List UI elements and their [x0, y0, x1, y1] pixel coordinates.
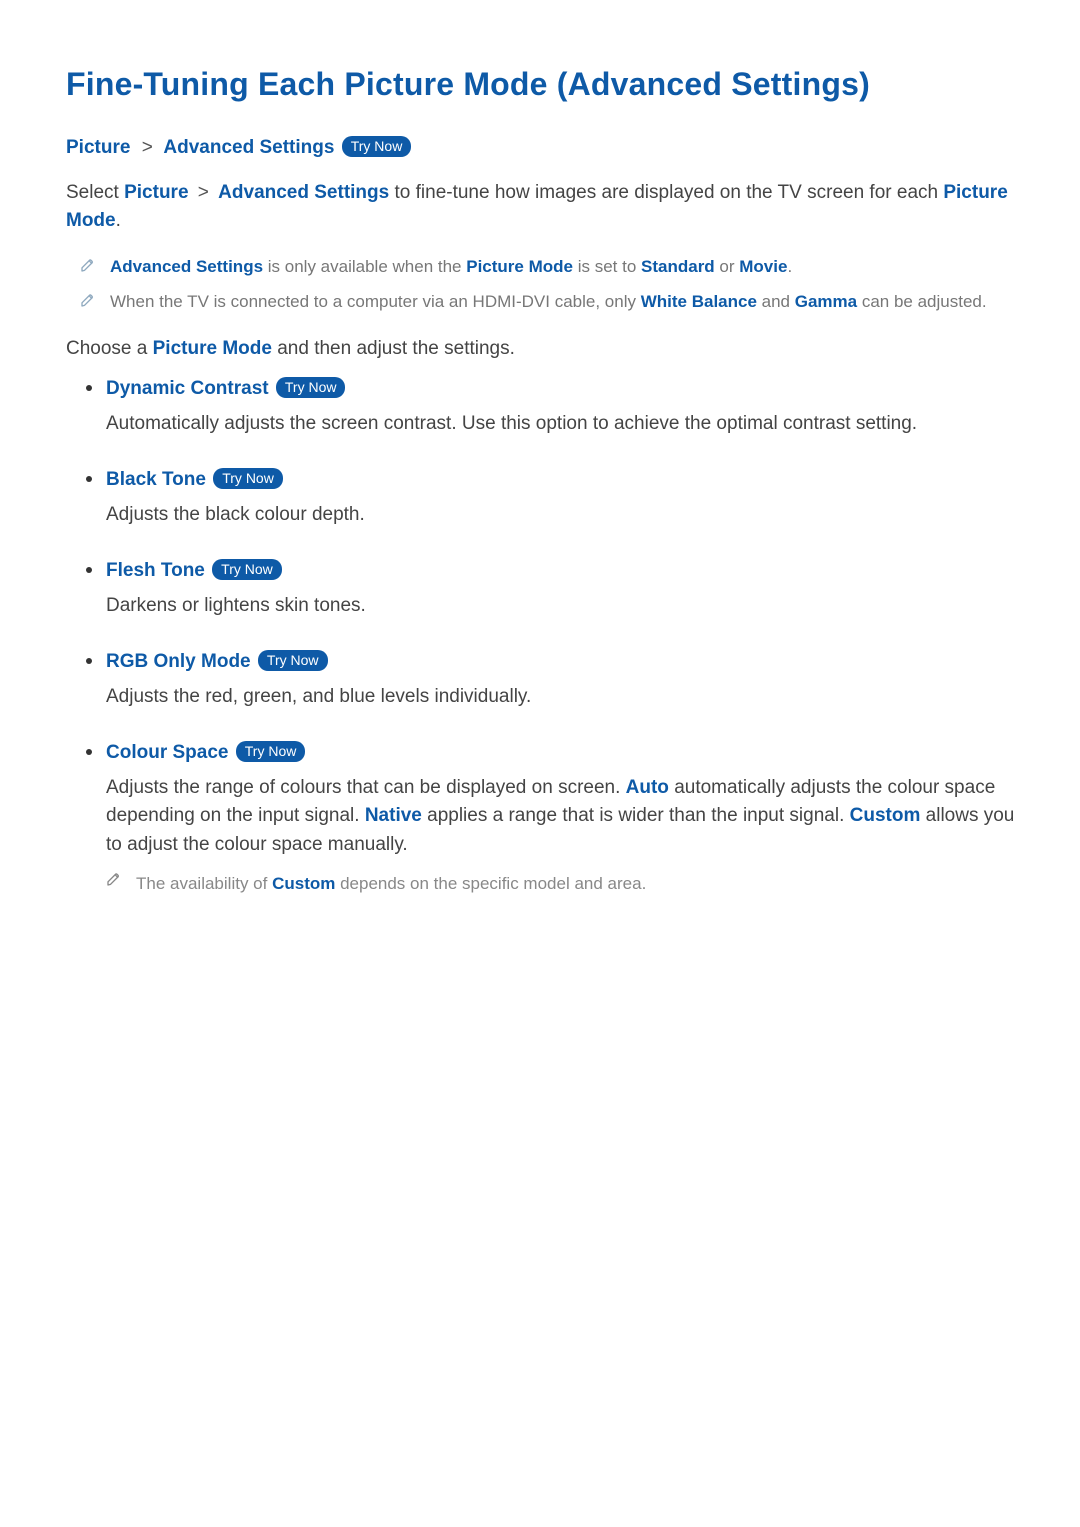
list-item-dynamic-contrast: Dynamic Contrast Try Now Automatically ad… [66, 375, 1016, 438]
highlight-term: Standard [641, 257, 715, 276]
item-heading: Flesh Tone Try Now [106, 557, 1016, 586]
try-now-button[interactable]: Try Now [342, 136, 412, 157]
intro-mid: to fine-tune how images are displayed on… [389, 182, 943, 203]
note-text: Advanced Settings is only available when… [110, 254, 1016, 280]
item-heading: RGB Only Mode Try Now [106, 648, 1016, 677]
item-title: Dynamic Contrast [106, 378, 274, 399]
text-fragment: can be adjusted. [857, 292, 986, 311]
list-item-black-tone: Black Tone Try Now Adjusts the black colo… [66, 466, 1016, 529]
try-now-button[interactable]: Try Now [212, 559, 282, 580]
text-fragment: Automatically adjusts the screen contras… [106, 413, 917, 434]
list-item-flesh-tone: Flesh Tone Try Now Darkens or lightens sk… [66, 557, 1016, 620]
item-description: Adjusts the black colour depth. [106, 501, 1016, 530]
highlight-term: Native [365, 805, 422, 826]
item-subnote: The availability of Custom depends on th… [106, 871, 1016, 897]
settings-list: Dynamic Contrast Try Now Automatically ad… [66, 375, 1016, 897]
highlight-term: Movie [739, 257, 787, 276]
text-fragment: is only available when the [263, 257, 466, 276]
text-fragment: applies a range that is wider than the i… [422, 805, 850, 826]
text-fragment: is set to [573, 257, 641, 276]
text-fragment: Adjusts the red, green, and blue levels … [106, 686, 531, 707]
try-now-button[interactable]: Try Now [258, 650, 328, 671]
page-title: Fine-Tuning Each Picture Mode (Advanced … [66, 60, 1016, 108]
choose-post: and then adjust the settings. [272, 338, 515, 359]
text-fragment: Darkens or lightens skin tones. [106, 595, 366, 616]
intro-picture: Picture [124, 182, 188, 203]
intro-advanced: Advanced Settings [218, 182, 389, 203]
highlight-term: Advanced Settings [110, 257, 263, 276]
breadcrumb-picture[interactable]: Picture [66, 137, 130, 158]
note-row: When the TV is connected to a computer v… [66, 285, 1016, 321]
page-root: Fine-Tuning Each Picture Mode (Advanced … [0, 0, 1080, 1527]
item-title: Black Tone [106, 469, 211, 490]
intro-text: Select Picture > Advanced Settings to fi… [66, 179, 1016, 236]
item-title: RGB Only Mode [106, 651, 256, 672]
highlight-term: White Balance [641, 292, 757, 311]
choose-text: Choose a Picture Mode and then adjust th… [66, 335, 1016, 364]
item-description: Darkens or lightens skin tones. [106, 592, 1016, 621]
highlight-term: Custom [850, 805, 921, 826]
intro-pre: Select [66, 182, 124, 203]
item-heading: Colour Space Try Now [106, 739, 1016, 768]
try-now-button[interactable]: Try Now [213, 468, 283, 489]
try-now-button[interactable]: Try Now [276, 377, 346, 398]
intro-sep: > [189, 182, 219, 203]
note-row: Advanced Settings is only available when… [66, 250, 1016, 286]
list-item-rgb-only-mode: RGB Only Mode Try Now Adjusts the red, gr… [66, 648, 1016, 711]
text-fragment: The availability of [136, 874, 272, 893]
highlight-term: Picture Mode [466, 257, 573, 276]
text-fragment: When the TV is connected to a computer v… [110, 292, 641, 311]
text-fragment: . [787, 257, 792, 276]
highlight-term: Gamma [795, 292, 857, 311]
text-fragment: Adjusts the black colour depth. [106, 504, 365, 525]
choose-pre: Choose a [66, 338, 153, 359]
pen-icon [80, 257, 96, 273]
item-heading: Black Tone Try Now [106, 466, 1016, 495]
highlight-term: Custom [272, 874, 335, 893]
choose-picture-mode: Picture Mode [153, 338, 272, 359]
subnote-text: The availability of Custom depends on th… [136, 871, 646, 897]
breadcrumb: Picture > Advanced Settings Try Now [66, 134, 1016, 163]
list-item-colour-space: Colour Space Try Now Adjusts the range of… [66, 739, 1016, 897]
highlight-term: Auto [626, 777, 669, 798]
item-description: Automatically adjusts the screen contras… [106, 410, 1016, 439]
intro-post: . [116, 210, 121, 231]
item-title: Colour Space [106, 742, 234, 763]
breadcrumb-separator: > [136, 137, 159, 158]
item-description: Adjusts the red, green, and blue levels … [106, 683, 1016, 712]
breadcrumb-advanced-settings[interactable]: Advanced Settings [163, 137, 334, 158]
item-title: Flesh Tone [106, 560, 210, 581]
note-list: Advanced Settings is only available when… [66, 250, 1016, 321]
item-description: Adjusts the range of colours that can be… [106, 774, 1016, 860]
pen-icon [80, 292, 96, 308]
text-fragment: Adjusts the range of colours that can be… [106, 777, 626, 798]
try-now-button[interactable]: Try Now [236, 741, 306, 762]
text-fragment: depends on the specific model and area. [335, 874, 646, 893]
text-fragment: or [715, 257, 740, 276]
text-fragment: and [757, 292, 795, 311]
pen-icon [106, 871, 122, 887]
item-heading: Dynamic Contrast Try Now [106, 375, 1016, 404]
note-text: When the TV is connected to a computer v… [110, 289, 1016, 315]
